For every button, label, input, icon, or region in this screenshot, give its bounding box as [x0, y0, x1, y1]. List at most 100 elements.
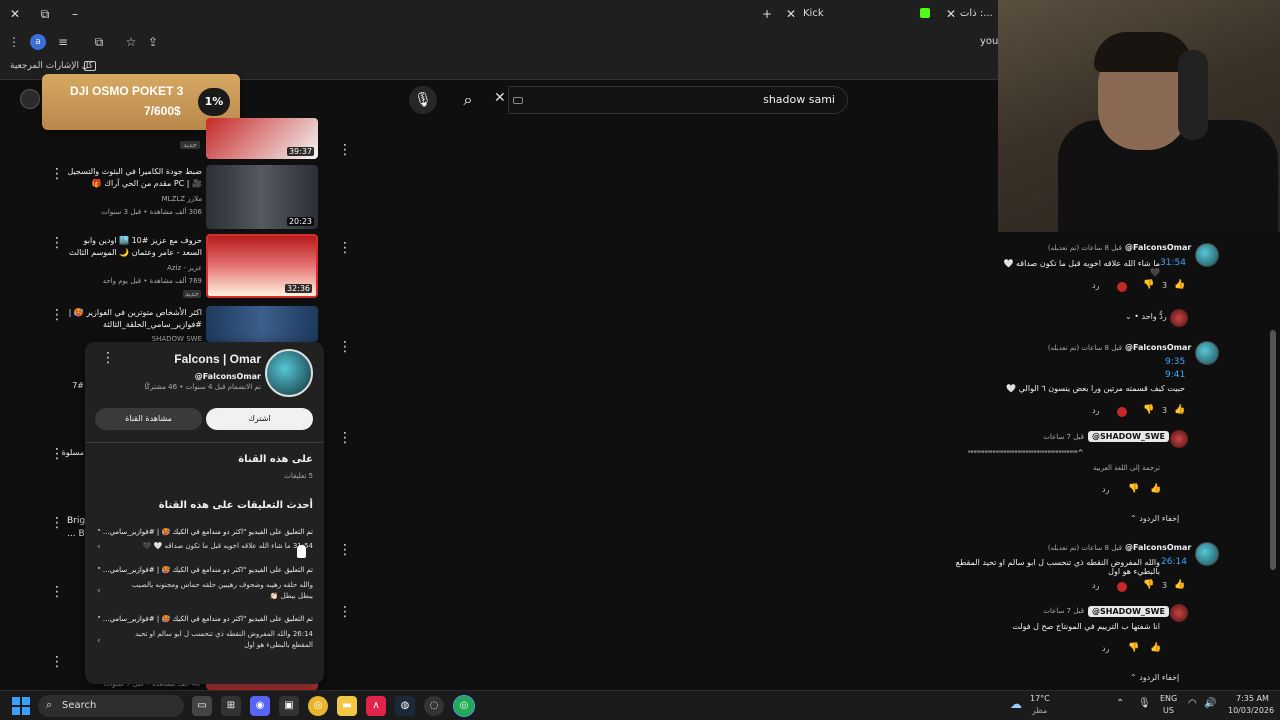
- search-icon[interactable]: ⌕: [454, 86, 482, 114]
- view-channel-button[interactable]: مشاهدة القناة: [95, 408, 202, 430]
- timestamp-link[interactable]: 9:41: [1165, 370, 1185, 380]
- tab-kick[interactable]: Kick: [803, 8, 824, 19]
- app-icon[interactable]: ▣: [279, 696, 299, 716]
- card-menu-icon[interactable]: ⋮: [101, 350, 115, 366]
- video-menu-icon[interactable]: ⋮: [338, 604, 352, 620]
- translate-link[interactable]: ترجمة إلى اللغة العربية: [1060, 464, 1160, 472]
- app-icon[interactable]: ⊞: [221, 696, 241, 716]
- close-window-icon[interactable]: ✕: [4, 4, 26, 24]
- all-bookmarks-link[interactable]: كل الإشارات المرجعية: [10, 61, 93, 71]
- new-tab-icon[interactable]: +: [756, 4, 778, 24]
- comment-time[interactable]: قبل 8 ساعات (تم تعديله): [1020, 544, 1122, 552]
- menu-icon[interactable]: ⋮: [5, 33, 23, 51]
- hide-replies-button[interactable]: ⌃ إخفاء الردود: [1130, 673, 1179, 682]
- channel-logo-icon[interactable]: [20, 89, 40, 109]
- timestamp-link[interactable]: 26:14: [1161, 557, 1187, 567]
- microphone-tray-icon[interactable]: 🎙: [1138, 698, 1151, 709]
- comment-avatar[interactable]: [1195, 243, 1219, 267]
- like-icon[interactable]: 👍: [1174, 405, 1185, 415]
- video-channel[interactable]: ملازز MLZLZ: [62, 195, 202, 203]
- volume-icon[interactable]: 🔊: [1204, 698, 1216, 709]
- microphone-icon[interactable]: 🎙: [409, 86, 437, 114]
- weather-temp[interactable]: 17°C: [1030, 694, 1050, 703]
- chevron-left-icon[interactable]: ‹: [97, 636, 101, 646]
- extensions-icon[interactable]: ⧉: [90, 33, 108, 51]
- subscribe-button[interactable]: اشترك: [206, 408, 313, 430]
- channel-handle[interactable]: @FalconsOmar: [145, 372, 261, 381]
- comment-time[interactable]: قبل 7 ساعات: [1040, 433, 1084, 441]
- chevron-left-icon[interactable]: ‹: [97, 586, 101, 596]
- comment-handle[interactable]: @SHADOW_SWE: [1088, 431, 1169, 442]
- app-icon[interactable]: ∧: [366, 696, 386, 716]
- clear-search-icon[interactable]: ✕: [494, 90, 506, 106]
- like-icon[interactable]: 👍: [1174, 580, 1185, 590]
- video-menu-icon[interactable]: ⋮: [338, 430, 352, 446]
- channel-avatar[interactable]: [265, 349, 313, 397]
- taskbar-search[interactable]: ⌕ Search: [38, 695, 184, 717]
- video-menu-icon[interactable]: ⋮: [338, 142, 352, 158]
- steam-icon[interactable]: ◍: [395, 696, 415, 716]
- like-icon[interactable]: 👍: [1150, 484, 1161, 494]
- comment-avatar[interactable]: [1195, 542, 1219, 566]
- video-title[interactable]: اكثر الأشخاص متوترين في الفوازير 🥵 | #فو…: [62, 307, 202, 331]
- comment-handle[interactable]: @FalconsOmar: [1125, 243, 1191, 252]
- reply-button[interactable]: رد: [1092, 406, 1099, 415]
- video-thumbnail[interactable]: [206, 306, 318, 342]
- comment-time[interactable]: قبل 7 ساعات: [1040, 607, 1084, 615]
- video-title-fragment[interactable]: 7#: [70, 380, 84, 392]
- chrome-icon[interactable]: ◎: [308, 696, 328, 716]
- dislike-icon[interactable]: 👎: [1128, 484, 1139, 494]
- tab-active[interactable]: ذات :...: [960, 8, 993, 19]
- bookmark-star-icon[interactable]: ☆: [122, 33, 140, 51]
- tab-close-icon[interactable]: ✕: [780, 4, 802, 24]
- maximize-icon[interactable]: ⧉: [34, 4, 56, 24]
- dislike-icon[interactable]: 👎: [1143, 580, 1154, 590]
- recent-comment-head[interactable]: تم التعليق على الفيديو "اكثر دو مندامع ف…: [95, 615, 313, 623]
- dislike-icon[interactable]: 👎: [1143, 405, 1154, 415]
- video-title-fragment[interactable]: مسلوة: [62, 447, 84, 459]
- video-title[interactable]: حروف مع عزيز #10 🏙️ اودين وابو السعد - ع…: [62, 235, 202, 259]
- video-menu-icon[interactable]: ⋮: [50, 584, 64, 600]
- comment-handle[interactable]: @FalconsOmar: [1125, 543, 1191, 552]
- media-control-icon[interactable]: ≡: [54, 33, 72, 51]
- recent-comment-head[interactable]: تم التعليق على الفيديو "اكثر دو مندامع ف…: [95, 528, 313, 536]
- reply-button[interactable]: رد: [1102, 485, 1109, 494]
- search-input[interactable]: shadow sami: [508, 86, 848, 114]
- video-title-fragment[interactable]: Brig: [67, 516, 85, 526]
- chevron-left-icon[interactable]: ‹: [97, 542, 101, 552]
- reply-button[interactable]: رد: [1092, 281, 1099, 290]
- video-thumbnail[interactable]: 39:37: [206, 118, 318, 159]
- minimize-icon[interactable]: –: [64, 4, 86, 24]
- timestamp-link[interactable]: 31:54: [1160, 258, 1186, 268]
- comment-time[interactable]: قبل 8 ساعات (تم تعديله): [1020, 344, 1122, 352]
- replies-toggle[interactable]: ⌄ • ردٌّ واحد: [1125, 312, 1167, 321]
- windows-start-icon[interactable]: [12, 697, 30, 715]
- clock-date[interactable]: 10/03/2026: [1228, 706, 1274, 715]
- task-view-icon[interactable]: ▭: [192, 696, 212, 716]
- comment-avatar[interactable]: [1195, 341, 1219, 365]
- tab-close-icon[interactable]: ✕: [940, 4, 962, 24]
- keyboard-icon[interactable]: [513, 97, 523, 104]
- language-indicator[interactable]: ENG: [1160, 694, 1177, 703]
- hide-replies-button[interactable]: ⌃ إخفاء الردود: [1130, 514, 1179, 523]
- dislike-icon[interactable]: 👎: [1128, 643, 1139, 653]
- video-menu-icon[interactable]: ⋮: [338, 240, 352, 256]
- comment-handle[interactable]: @FalconsOmar: [1125, 343, 1191, 352]
- video-thumbnail[interactable]: 20:23: [206, 165, 318, 229]
- like-icon[interactable]: 👍: [1150, 643, 1161, 653]
- share-icon[interactable]: ⇪: [144, 33, 162, 51]
- reply-button[interactable]: رد: [1092, 581, 1099, 590]
- comment-handle[interactable]: @SHADOW_SWE: [1088, 606, 1169, 617]
- chrome-active-icon[interactable]: ◎: [453, 695, 475, 717]
- clock-time[interactable]: 7:35 AM: [1236, 694, 1269, 703]
- file-explorer-icon[interactable]: ▬: [337, 696, 357, 716]
- video-thumbnail[interactable]: 32:36: [206, 234, 318, 298]
- like-icon[interactable]: 👍: [1174, 280, 1185, 290]
- obs-icon[interactable]: ◌: [424, 696, 444, 716]
- discord-icon[interactable]: ◉: [250, 696, 270, 716]
- timestamp-link[interactable]: 9:35: [1165, 357, 1185, 367]
- video-menu-icon[interactable]: ⋮: [50, 515, 64, 531]
- comment-avatar[interactable]: [1170, 430, 1188, 448]
- channel-name[interactable]: Falcons | Omar: [145, 352, 261, 366]
- video-menu-icon[interactable]: ⋮: [338, 339, 352, 355]
